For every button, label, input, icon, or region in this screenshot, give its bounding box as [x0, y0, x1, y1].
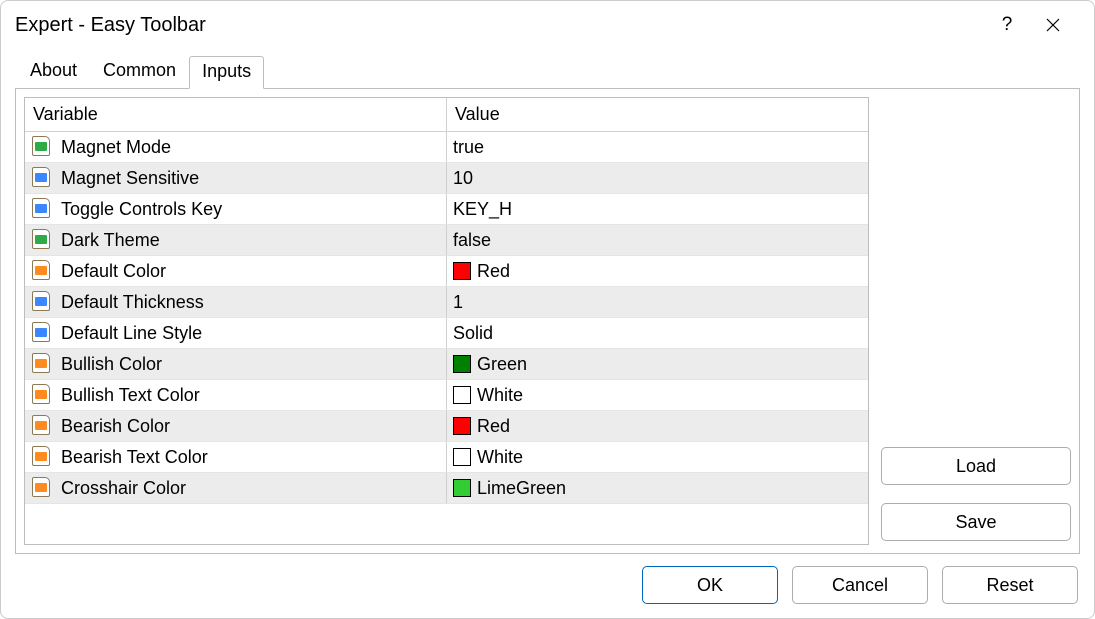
color-param-icon [31, 446, 51, 468]
table-row[interactable]: Bearish Text Color White [25, 442, 868, 473]
client-area: About Common Inputs Variable Value Magne… [1, 49, 1094, 618]
color-param-icon [31, 384, 51, 406]
variable-value: KEY_H [453, 199, 512, 220]
variable-value: 10 [453, 168, 473, 189]
table-row[interactable]: Bullish Text Color White [25, 380, 868, 411]
variable-value: Green [477, 354, 527, 375]
table-row[interactable]: 123 Default Line Style Solid [25, 318, 868, 349]
close-icon [1046, 18, 1060, 32]
variable-name: Bullish Text Color [61, 385, 200, 406]
tab-common[interactable]: Common [90, 55, 189, 88]
color-swatch [453, 417, 471, 435]
tab-pane-inputs: Variable Value Magnet Mode true 123 Magnet … [15, 88, 1080, 554]
variable-name: Magnet Sensitive [61, 168, 199, 189]
load-button[interactable]: Load [881, 447, 1071, 485]
num-param-icon: 123 [31, 291, 51, 313]
color-param-icon [31, 353, 51, 375]
tab-inputs[interactable]: Inputs [189, 56, 264, 89]
color-swatch [453, 262, 471, 280]
variable-value: Solid [453, 323, 493, 344]
variable-name: Default Thickness [61, 292, 204, 313]
bool-param-icon [31, 229, 51, 251]
bool-param-icon [31, 136, 51, 158]
color-swatch [453, 386, 471, 404]
titlebar: Expert - Easy Toolbar ? [1, 1, 1094, 49]
save-button[interactable]: Save [881, 503, 1071, 541]
table-row[interactable]: Default Color Red [25, 256, 868, 287]
table-row[interactable]: Magnet Mode true [25, 132, 868, 163]
table-row[interactable]: 123 Default Thickness 1 [25, 287, 868, 318]
variable-value: LimeGreen [477, 478, 566, 499]
col-header-variable[interactable]: Variable [25, 98, 447, 132]
variable-name: Bearish Text Color [61, 447, 208, 468]
variable-value: 1 [453, 292, 463, 313]
color-swatch [453, 355, 471, 373]
color-param-icon [31, 477, 51, 499]
help-button[interactable]: ? [984, 9, 1030, 41]
ok-button[interactable]: OK [642, 566, 778, 604]
variable-name: Dark Theme [61, 230, 160, 251]
side-buttons: Load Save [881, 97, 1071, 545]
variable-name: Crosshair Color [61, 478, 186, 499]
color-param-icon [31, 415, 51, 437]
cancel-button[interactable]: Cancel [792, 566, 928, 604]
num-param-icon: 123 [31, 198, 51, 220]
table-row[interactable]: Bearish Color Red [25, 411, 868, 442]
reset-button[interactable]: Reset [942, 566, 1078, 604]
variable-value: White [477, 447, 523, 468]
variable-name: Bullish Color [61, 354, 162, 375]
inputs-table: Variable Value Magnet Mode true 123 Magnet … [24, 97, 869, 545]
table-row[interactable]: 123 Toggle Controls Key KEY_H [25, 194, 868, 225]
tab-about[interactable]: About [17, 55, 90, 88]
variable-name: Magnet Mode [61, 137, 171, 158]
dialog-buttonbar: OK Cancel Reset [15, 554, 1080, 604]
dialog-window: Expert - Easy Toolbar ? About Common Inp… [0, 0, 1095, 619]
color-swatch [453, 479, 471, 497]
variable-value: true [453, 137, 484, 158]
num-param-icon: 123 [31, 322, 51, 344]
variable-name: Default Color [61, 261, 166, 282]
variable-name: Default Line Style [61, 323, 202, 344]
variable-value: Red [477, 416, 510, 437]
table-row[interactable]: Bullish Color Green [25, 349, 868, 380]
dialog-title: Expert - Easy Toolbar [15, 14, 984, 37]
tabbar: About Common Inputs [15, 55, 1080, 88]
variable-value: false [453, 230, 491, 251]
color-swatch [453, 448, 471, 466]
variable-name: Toggle Controls Key [61, 199, 222, 220]
table-row[interactable]: 123 Magnet Sensitive 10 [25, 163, 868, 194]
color-param-icon [31, 260, 51, 282]
col-header-value[interactable]: Value [447, 98, 869, 132]
table-row[interactable]: Crosshair Color LimeGreen [25, 473, 868, 504]
table-row[interactable]: Dark Theme false [25, 225, 868, 256]
variable-value: Red [477, 261, 510, 282]
num-param-icon: 123 [31, 167, 51, 189]
variable-value: White [477, 385, 523, 406]
variable-name: Bearish Color [61, 416, 170, 437]
close-button[interactable] [1030, 9, 1076, 41]
